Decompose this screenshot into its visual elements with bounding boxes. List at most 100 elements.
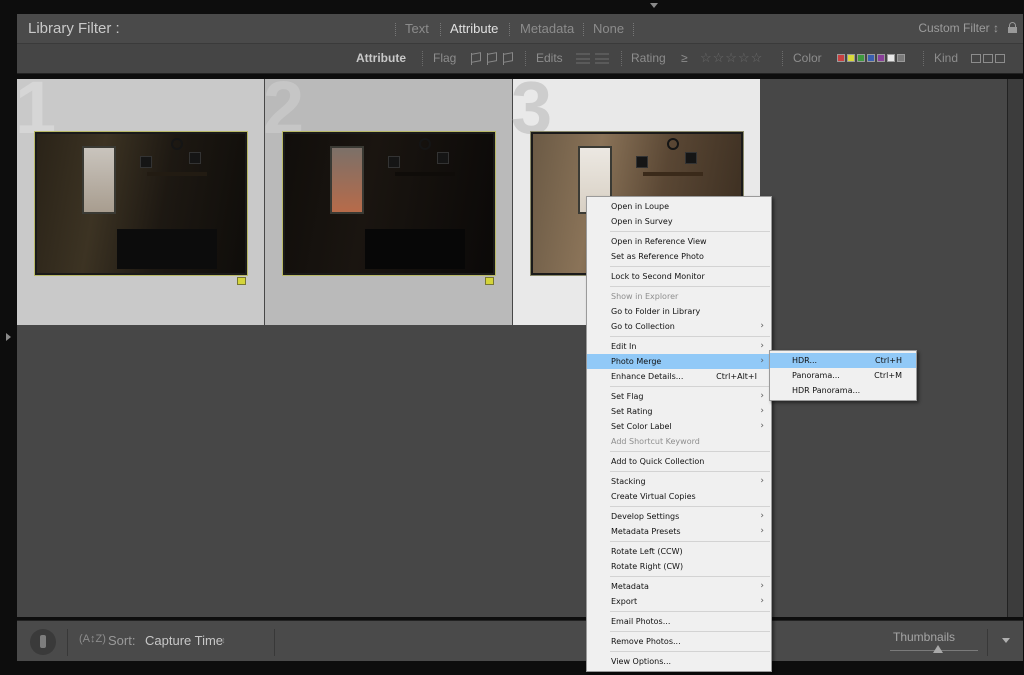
menu-item-lock-to-second-monitor[interactable]: Lock to Second Monitor: [587, 269, 771, 284]
attribute-divider: [782, 51, 783, 66]
filter-tab-metadata[interactable]: Metadata: [520, 21, 574, 36]
kind-video-icon[interactable]: [995, 54, 1005, 63]
menu-item-label: Panorama...: [792, 371, 840, 380]
menu-item-enhance-details[interactable]: Enhance Details... Ctrl+Alt+I: [587, 369, 771, 384]
filter-tab-text[interactable]: Text: [405, 21, 429, 36]
submenu-arrow-icon: ›: [760, 526, 764, 536]
thumbnail-size-slider[interactable]: [890, 645, 978, 653]
grid-cell[interactable]: 2: [263, 71, 512, 325]
filter-divider: [395, 23, 396, 36]
menu-item-label: HDR...: [792, 356, 818, 365]
custom-filter-dropdown[interactable]: Custom Filter ↕: [918, 21, 999, 35]
filter-divider: [583, 23, 584, 36]
menu-item-label: Metadata Presets: [611, 527, 681, 536]
unedited-filter-icon[interactable]: [595, 53, 609, 64]
filter-divider: [633, 23, 634, 36]
menu-item-label: Edit In: [611, 342, 637, 351]
menu-item-label: Rotate Left (CCW): [611, 547, 683, 556]
painter-spray-can-button[interactable]: [30, 629, 56, 655]
menu-item-set-rating[interactable]: Set Rating ›: [587, 404, 771, 419]
rating-operator[interactable]: ≥: [681, 51, 688, 65]
photo-thumbnail[interactable]: [34, 131, 248, 276]
attribute-divider: [621, 51, 622, 66]
toolbar-divider: [274, 629, 275, 656]
menu-item-label: Metadata: [611, 582, 649, 591]
menu-item-label: Add Shortcut Keyword: [611, 437, 700, 446]
filter-divider: [440, 23, 441, 36]
menu-item-label: Go to Collection: [611, 322, 675, 331]
unflagged-filter-icon[interactable]: [485, 52, 497, 65]
color-swatch-blue[interactable]: [867, 54, 875, 62]
grid-cell[interactable]: 1: [15, 71, 264, 325]
menu-item-go-to-collection[interactable]: Go to Collection ›: [587, 319, 771, 334]
menu-item-metadata-presets[interactable]: Metadata Presets ›: [587, 524, 771, 539]
color-swatch-purple[interactable]: [877, 54, 885, 62]
sort-direction-icon[interactable]: (A↕Z): [79, 633, 106, 645]
color-swatch-none[interactable]: [897, 54, 905, 62]
menu-item-create-virtual-copies[interactable]: Create Virtual Copies: [587, 489, 771, 504]
menu-separator: [610, 506, 770, 507]
rating-stars[interactable]: ☆☆☆☆☆: [700, 50, 763, 66]
menu-item-label: Set Color Label: [611, 422, 672, 431]
menu-item-set-color-label[interactable]: Set Color Label ›: [587, 419, 771, 434]
attribute-label: Attribute: [356, 51, 406, 65]
color-label-indicator: [237, 277, 246, 285]
lock-icon[interactable]: [1008, 22, 1017, 33]
menu-item-open-in-reference-view[interactable]: Open in Reference View: [587, 234, 771, 249]
color-label-indicator: [485, 277, 494, 285]
collapse-top-panel-arrow-icon[interactable]: [650, 3, 658, 8]
menu-item-set-as-reference-photo[interactable]: Set as Reference Photo: [587, 249, 771, 264]
menu-item-label: Export: [611, 597, 638, 606]
flag-label: Flag: [433, 51, 457, 65]
sort-dropdown-caret-icon[interactable]: ↕: [221, 635, 226, 645]
menu-item-metadata[interactable]: Metadata ›: [587, 579, 771, 594]
library-filter-title: Library Filter :: [28, 20, 120, 37]
menu-item-label: Open in Reference View: [611, 237, 707, 246]
submenu-arrow-icon: ›: [760, 421, 764, 431]
menu-item-go-to-folder-in-library[interactable]: Go to Folder in Library: [587, 304, 771, 319]
flagged-filter-icon[interactable]: [469, 52, 481, 65]
submenu-arrow-icon: ›: [760, 406, 764, 416]
edited-filter-icon[interactable]: [576, 53, 590, 64]
attribute-divider: [525, 51, 526, 66]
filter-tab-attribute[interactable]: Attribute: [450, 21, 498, 36]
submenu-item-panorama[interactable]: Panorama... Ctrl+M: [770, 368, 916, 383]
filter-tab-none[interactable]: None: [593, 21, 624, 36]
menu-item-label: Stacking: [611, 477, 646, 486]
kind-master-photo-icon[interactable]: [971, 54, 981, 63]
sort-order-dropdown[interactable]: Capture Time: [145, 633, 223, 648]
menu-item-develop-settings[interactable]: Develop Settings ›: [587, 509, 771, 524]
expand-left-panel-arrow-icon[interactable]: [6, 333, 11, 341]
thumbnail-size-slider-knob[interactable]: [933, 645, 944, 653]
menu-separator: [610, 541, 770, 542]
toolbar-options-chevron-icon[interactable]: [1002, 638, 1010, 643]
color-swatch-yellow[interactable]: [847, 54, 855, 62]
menu-item-photo-merge[interactable]: Photo Merge ›: [587, 354, 771, 369]
color-swatch-custom[interactable]: [887, 54, 895, 62]
color-swatch-red[interactable]: [837, 54, 845, 62]
submenu-item-hdr[interactable]: HDR... Ctrl+H: [770, 353, 916, 368]
menu-item-open-in-survey[interactable]: Open in Survey: [587, 214, 771, 229]
menu-separator: [610, 576, 770, 577]
menu-item-export[interactable]: Export ›: [587, 594, 771, 609]
menu-item-edit-in[interactable]: Edit In ›: [587, 339, 771, 354]
photo-thumbnail[interactable]: [282, 131, 496, 276]
menu-item-rotate-right-cw[interactable]: Rotate Right (CW): [587, 559, 771, 574]
thumbnails-label: Thumbnails: [893, 630, 956, 644]
menu-item-label: Open in Survey: [611, 217, 673, 226]
menu-item-email-photos[interactable]: Email Photos...: [587, 614, 771, 629]
rejected-filter-icon[interactable]: [501, 52, 513, 65]
photo-context-menu: Open in Loupe Open in Survey Open in Refer…: [586, 196, 772, 672]
menu-separator: [610, 266, 770, 267]
submenu-item-hdr-panorama[interactable]: HDR Panorama...: [770, 383, 916, 398]
menu-item-set-flag[interactable]: Set Flag ›: [587, 389, 771, 404]
menu-item-rotate-left-ccw[interactable]: Rotate Left (CCW): [587, 544, 771, 559]
menu-item-view-options[interactable]: View Options...: [587, 654, 771, 669]
menu-item-add-to-quick-collection[interactable]: Add to Quick Collection: [587, 454, 771, 469]
menu-item-stacking[interactable]: Stacking ›: [587, 474, 771, 489]
menu-item-remove-photos[interactable]: Remove Photos...: [587, 634, 771, 649]
menu-item-open-in-loupe[interactable]: Open in Loupe: [587, 199, 771, 214]
grid-scrollbar-track[interactable]: [1007, 79, 1023, 617]
kind-virtual-copy-icon[interactable]: [983, 54, 993, 63]
color-swatch-green[interactable]: [857, 54, 865, 62]
